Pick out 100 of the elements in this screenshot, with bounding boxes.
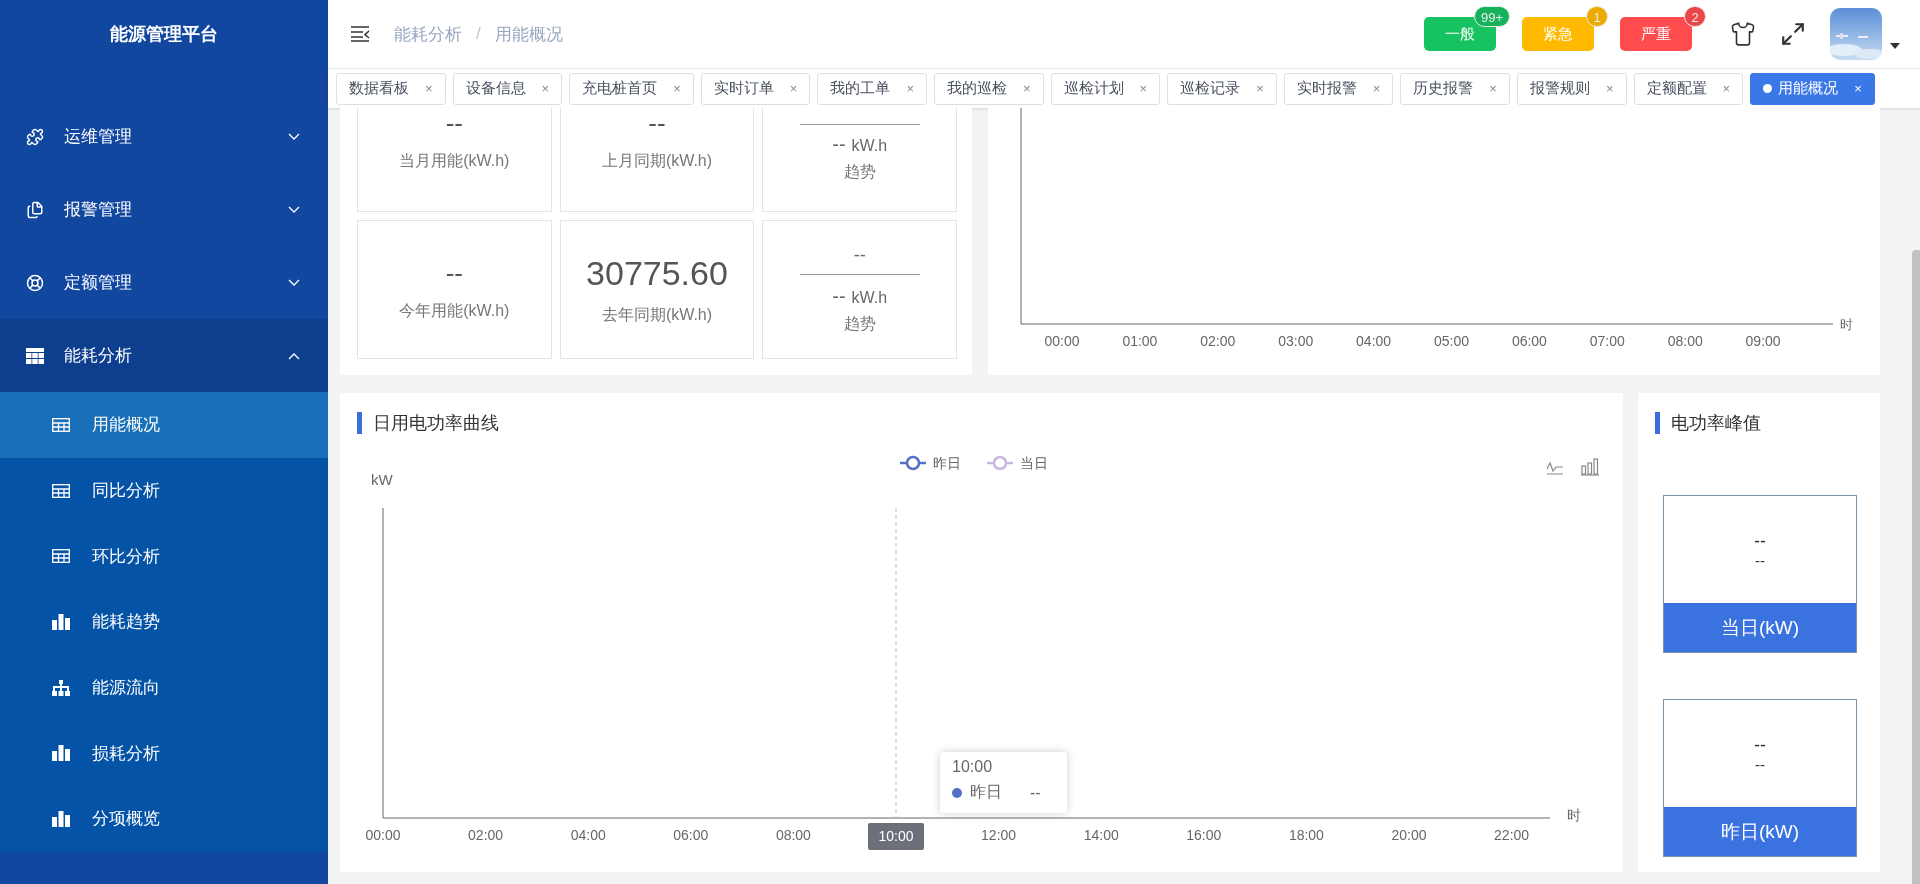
bar-chart-icon	[52, 745, 70, 762]
scrollbar-thumb[interactable]	[1912, 250, 1920, 884]
stat-label: 今年用能(kW.h)	[399, 300, 510, 321]
tab[interactable]: 用能概况 ×	[1750, 72, 1875, 105]
close-icon[interactable]: ×	[1372, 81, 1381, 96]
tab[interactable]: 巡检记录 ×	[1167, 72, 1277, 105]
close-icon[interactable]: ×	[1605, 81, 1614, 96]
stat-label: 当月用能(kW.h)	[399, 151, 510, 171]
caret-icon[interactable]	[1890, 43, 1900, 49]
menu-group[interactable]: 报警管理	[0, 173, 328, 246]
tab[interactable]: 我的工单 ×	[817, 72, 927, 105]
legend-label[interactable]: 当日	[1020, 455, 1048, 471]
tab-label: 我的工单	[830, 79, 891, 98]
close-icon[interactable]: ×	[1854, 81, 1862, 96]
axis-label: 00:00	[365, 827, 401, 843]
fullscreen-icon[interactable]	[1780, 21, 1806, 47]
tooltip-series: 昨日	[970, 782, 1002, 802]
menu-group[interactable]: 运维管理	[0, 100, 328, 173]
close-icon[interactable]: ×	[1722, 81, 1731, 96]
menu-item[interactable]: 能源流向	[0, 654, 328, 721]
bar-chart-icon[interactable]	[1580, 458, 1600, 476]
trend-ratio: --	[853, 244, 866, 266]
panel-title: 日用电功率曲线	[373, 412, 499, 435]
tab[interactable]: 充电桩首页 ×	[569, 72, 694, 105]
trend-label: 趋势	[843, 162, 876, 182]
legend-marker[interactable]	[900, 455, 926, 471]
count-badge: 1	[1586, 6, 1608, 27]
tab-label: 实时订单	[713, 79, 774, 98]
close-icon[interactable]: ×	[1139, 81, 1148, 96]
axis-label: 09:00	[1745, 333, 1781, 349]
axis-label: 04:00	[570, 827, 606, 843]
menu-item[interactable]: 同比分析	[0, 457, 328, 524]
close-icon[interactable]: ×	[425, 81, 433, 96]
tab[interactable]: 设备信息 ×	[452, 72, 563, 105]
menu-group[interactable]: 能耗分析	[0, 319, 328, 392]
menu-item[interactable]: 分项概览	[0, 786, 328, 852]
axis-label: 22:00	[1494, 827, 1530, 843]
menu-toggle-icon[interactable]	[350, 26, 370, 42]
tab[interactable]: 我的巡检 ×	[933, 72, 1044, 105]
chevron-down-icon	[288, 278, 300, 287]
chevron-down-icon	[288, 132, 300, 141]
menu-item[interactable]: 用能概况	[0, 392, 328, 458]
axis-label: 18:00	[1288, 827, 1324, 843]
tab[interactable]: 巡检计划 ×	[1050, 72, 1161, 105]
bar-chart-icon	[52, 613, 70, 630]
stat-value: --	[445, 108, 463, 139]
tab-label: 数据看板	[349, 79, 409, 98]
tab-label: 定额配置	[1646, 79, 1707, 98]
menu-item[interactable]: 损耗分析	[0, 720, 328, 787]
trend-unit: kW.h	[851, 137, 888, 155]
close-icon[interactable]: ×	[1489, 81, 1497, 96]
axis-label: 12:00	[981, 827, 1017, 843]
tab[interactable]: 实时报警 ×	[1283, 72, 1394, 105]
breadcrumb-item: 用能概况	[494, 23, 563, 46]
close-icon[interactable]: ×	[673, 81, 681, 96]
breadcrumb-separator: /	[476, 24, 481, 44]
peak-label: 昨日(kW)	[1664, 807, 1856, 856]
close-icon[interactable]: ×	[789, 81, 798, 96]
tab-label: 巡检计划	[1063, 79, 1124, 98]
tab[interactable]: 历史报警 ×	[1400, 72, 1510, 105]
axis-label: 08:00	[1667, 333, 1703, 349]
close-icon[interactable]: ×	[1022, 81, 1031, 96]
axis-label: 06:00	[673, 827, 709, 843]
menu-group[interactable]: 定额管理	[0, 246, 328, 319]
axis-label: 05:00	[1434, 333, 1469, 349]
peak-value: --	[1754, 734, 1766, 756]
tooltip-value: --	[1030, 783, 1041, 802]
menu-item[interactable]: 能耗趋势	[0, 589, 328, 655]
tooltip-title: 10:00	[952, 758, 994, 776]
trend-value: --	[832, 284, 846, 308]
count-badge: 2	[1684, 6, 1706, 27]
legend-marker[interactable]	[987, 455, 1013, 471]
panel-title: 电功率峰值	[1671, 412, 1761, 435]
tab[interactable]: 实时订单 ×	[700, 72, 811, 105]
stat-value: --	[445, 257, 463, 289]
axis-label: 03:00	[1278, 333, 1314, 349]
documents-icon	[26, 200, 44, 219]
close-icon[interactable]: ×	[906, 81, 914, 96]
stat-value: --	[648, 108, 666, 139]
menu-item[interactable]: 环比分析	[0, 523, 328, 590]
close-icon[interactable]: ×	[541, 81, 550, 96]
axis-pointer-label: 10:00	[868, 823, 924, 850]
axis-label: 16:00	[1186, 827, 1222, 843]
close-icon[interactable]: ×	[1256, 81, 1264, 96]
tab-label: 用能概况	[1778, 79, 1839, 98]
tab[interactable]: 定额配置 ×	[1633, 72, 1744, 105]
chevron-up-icon	[288, 351, 300, 360]
shirt-icon[interactable]	[1730, 21, 1756, 47]
active-dot	[1763, 84, 1773, 93]
tab-label: 巡检记录	[1180, 79, 1241, 98]
stat-label: 上月同期(kW.h)	[601, 151, 713, 171]
axis-label: 01:00	[1122, 333, 1158, 349]
hierarchy-icon	[52, 679, 70, 696]
tab[interactable]: 数据看板 ×	[336, 72, 446, 105]
legend-label[interactable]: 昨日	[933, 455, 961, 471]
tab-label: 设备信息	[465, 79, 526, 98]
app-title: 能源管理平台	[109, 23, 219, 46]
puzzle-icon	[26, 127, 44, 146]
tab[interactable]: 报警规则 ×	[1516, 72, 1627, 105]
line-chart-icon[interactable]	[1546, 461, 1564, 475]
